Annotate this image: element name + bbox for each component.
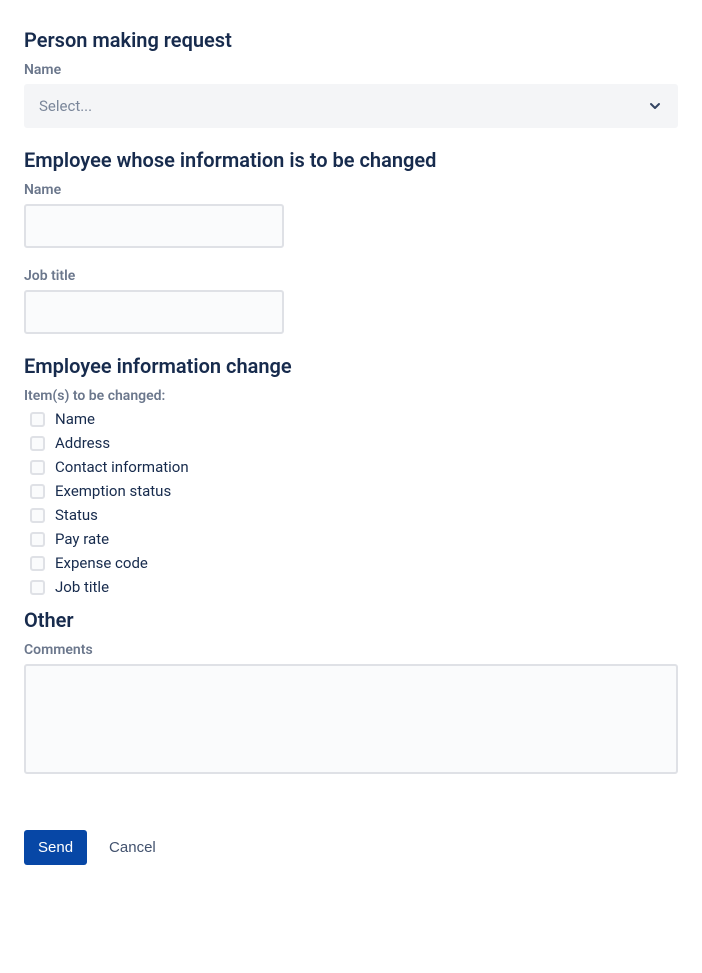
other-heading: Other bbox=[24, 608, 678, 632]
checkbox-label[interactable]: Address bbox=[55, 434, 110, 452]
employee-name-label: Name bbox=[24, 182, 678, 198]
requester-name-select[interactable]: Select... bbox=[24, 84, 678, 128]
requester-select-placeholder: Select... bbox=[39, 97, 92, 115]
list-item: Pay rate bbox=[30, 530, 678, 548]
send-button[interactable]: Send bbox=[24, 830, 87, 865]
list-item: Name bbox=[30, 410, 678, 428]
change-items-list: Name Address Contact information Exempti… bbox=[24, 410, 678, 596]
employee-job-title-input[interactable] bbox=[24, 290, 284, 334]
checkbox-job-title[interactable] bbox=[30, 580, 45, 595]
checkbox-label[interactable]: Pay rate bbox=[55, 530, 109, 548]
list-item: Exemption status bbox=[30, 482, 678, 500]
checkbox-name[interactable] bbox=[30, 412, 45, 427]
list-item: Address bbox=[30, 434, 678, 452]
checkbox-exemption-status[interactable] bbox=[30, 484, 45, 499]
checkbox-label[interactable]: Name bbox=[55, 410, 95, 428]
checkbox-label[interactable]: Contact information bbox=[55, 458, 189, 476]
checkbox-label[interactable]: Expense code bbox=[55, 554, 148, 572]
checkbox-label[interactable]: Status bbox=[55, 506, 98, 524]
list-item: Job title bbox=[30, 578, 678, 596]
checkbox-pay-rate[interactable] bbox=[30, 532, 45, 547]
requester-name-label: Name bbox=[24, 62, 678, 78]
checkbox-label[interactable]: Job title bbox=[55, 578, 109, 596]
employee-name-input[interactable] bbox=[24, 204, 284, 248]
form-actions: Send Cancel bbox=[24, 830, 678, 865]
list-item: Status bbox=[30, 506, 678, 524]
list-item: Expense code bbox=[30, 554, 678, 572]
checkbox-address[interactable] bbox=[30, 436, 45, 451]
chevron-down-icon bbox=[647, 98, 663, 114]
comments-textarea[interactable] bbox=[24, 664, 678, 774]
checkbox-status[interactable] bbox=[30, 508, 45, 523]
requester-heading: Person making request bbox=[24, 28, 678, 52]
employee-heading: Employee whose information is to be chan… bbox=[24, 148, 678, 172]
items-to-change-label: Item(s) to be changed: bbox=[24, 388, 678, 404]
checkbox-contact-information[interactable] bbox=[30, 460, 45, 475]
comments-label: Comments bbox=[24, 642, 678, 658]
change-heading: Employee information change bbox=[24, 354, 678, 378]
employee-job-title-label: Job title bbox=[24, 268, 678, 284]
cancel-button[interactable]: Cancel bbox=[105, 830, 160, 865]
checkbox-label[interactable]: Exemption status bbox=[55, 482, 171, 500]
list-item: Contact information bbox=[30, 458, 678, 476]
checkbox-expense-code[interactable] bbox=[30, 556, 45, 571]
